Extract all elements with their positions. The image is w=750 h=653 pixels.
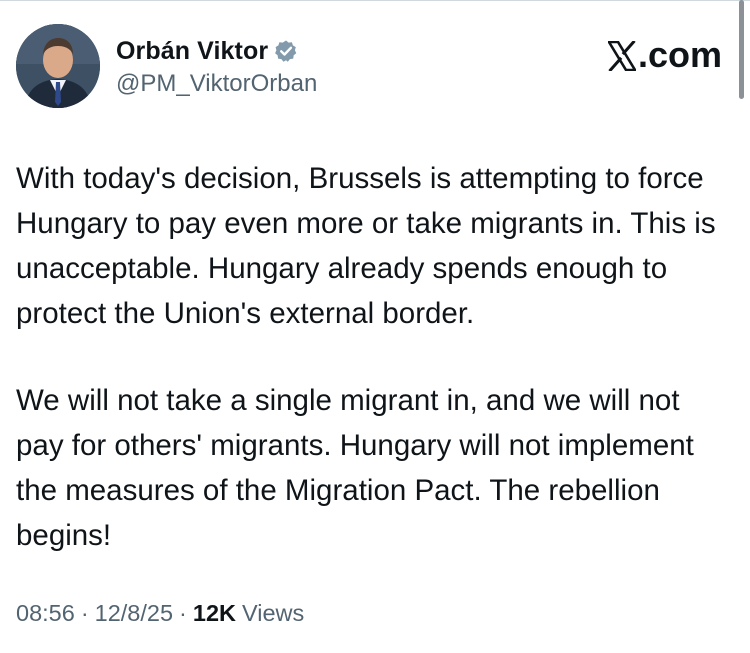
meta-separator: · — [179, 600, 187, 626]
views-count[interactable]: 12K — [193, 600, 236, 627]
author-display-name[interactable]: Orbán Viktor — [116, 37, 268, 66]
x-com-brand: .com — [607, 34, 722, 76]
name-row: Orbán Viktor — [116, 36, 317, 66]
meta-separator: · — [80, 600, 89, 626]
tweet-screenshot: Orbán Viktor @PM_ViktorOrban .com With t… — [0, 0, 750, 653]
top-divider — [0, 0, 750, 1]
tweet-meta: 08:56 · 12/8/25 · 12K Views — [16, 600, 304, 627]
tweet-time[interactable]: 08:56 — [16, 600, 75, 627]
views-label: Views — [242, 600, 305, 626]
tweet-text: With today's decision, Brussels is attem… — [16, 156, 728, 558]
avatar[interactable] — [16, 24, 100, 108]
author-info: Orbán Viktor @PM_ViktorOrban — [116, 36, 317, 98]
author-handle[interactable]: @PM_ViktorOrban — [116, 70, 317, 98]
tweet-date[interactable]: 12/8/25 — [95, 600, 173, 627]
x-logo-icon — [607, 40, 636, 71]
scrollbar[interactable] — [739, 0, 744, 99]
verified-badge-icon — [274, 39, 298, 63]
brand-domain-label: .com — [637, 34, 722, 75]
tweet-paragraph: With today's decision, Brussels is attem… — [16, 162, 716, 330]
tweet-paragraph: We will not take a single migrant in, an… — [16, 384, 694, 552]
tweet-header: Orbán Viktor @PM_ViktorOrban .com — [16, 24, 726, 108]
